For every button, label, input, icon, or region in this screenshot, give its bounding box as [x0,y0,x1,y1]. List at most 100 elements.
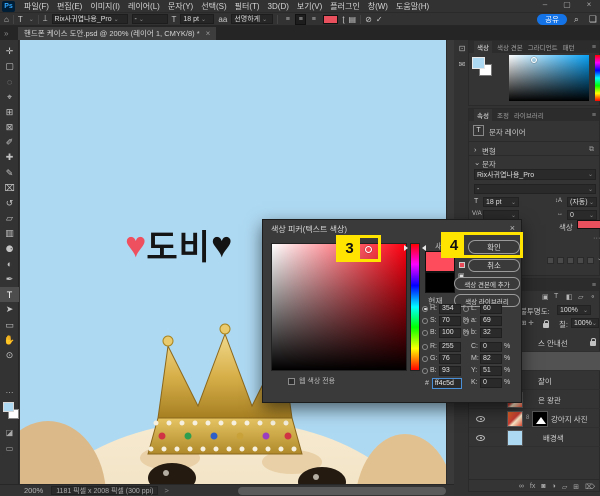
hsb-radio[interactable] [422,343,428,350]
pen-tool[interactable]: ✒ [0,272,19,287]
layer-filter-icon[interactable]: ▣ [542,293,549,301]
gamut-warning-swatch[interactable] [459,262,465,268]
menu-item-3D[interactable]: 3D(D) [264,2,293,11]
saturation-brightness-field[interactable] [271,243,407,371]
layer-effects-icon[interactable]: fx [530,483,535,490]
adjustment-layer-icon[interactable]: ◑ [552,483,556,490]
clone-stamp-tool[interactable]: ⌧ [0,181,19,196]
shape-tool[interactable]: ▭ [0,318,19,333]
menu-item-문자[interactable]: 문자(Y) [164,1,197,12]
hex-input[interactable]: ff4c5d [431,378,462,389]
font-style-select[interactable]: - ⌄ [131,14,168,24]
lock-icon[interactable] [543,320,549,328]
hsb-radio[interactable] [422,329,428,336]
panel-menu-icon[interactable]: ≡ [592,282,596,289]
lab-input[interactable]: 0 [480,341,502,352]
tab-props-0[interactable]: 속성 [474,109,492,121]
align-center-icon[interactable]: ≡ [295,13,307,25]
lab-input[interactable]: 60 [480,303,502,314]
tab-color-0[interactable]: 색상 [474,41,492,53]
menu-item-레이어[interactable]: 레이어(L) [124,1,164,12]
screen-mode-icon[interactable]: ▭ [0,444,19,453]
character-chevron-icon[interactable]: ⌄ [474,158,480,167]
toolbar-collapse-icon[interactable]: » [4,29,8,38]
menu-item-편집[interactable]: 편집(E) [53,1,86,12]
toggle-panels-icon[interactable]: ▤ [349,15,357,24]
layer-visibility-icon[interactable] [476,435,485,441]
lab-input[interactable]: 0 [480,377,502,388]
layer-filter-icon[interactable]: T [554,293,558,300]
align-right-icon[interactable]: ≡ [308,14,319,25]
share-button[interactable]: 공유 [537,13,567,25]
foreground-color-swatch[interactable] [472,57,485,69]
text-orientation-icon[interactable]: ⟘ [43,14,48,24]
layer-thumbnail[interactable] [507,410,523,427]
cancel-edit-icon[interactable]: ⊘ [365,15,372,24]
tab-close-icon[interactable]: × [206,29,211,38]
group-layers-icon[interactable]: ▱ [562,483,567,491]
menu-item-선택[interactable]: 선택(S) [197,1,230,12]
tracking-select[interactable]: 0 ⌄ [567,210,597,220]
lab-radio[interactable] [463,317,469,324]
gradient-tool[interactable]: ▥ [0,226,19,241]
hsb-radio[interactable] [422,367,428,374]
font-size-select[interactable]: 18 pt ⌄ [483,197,519,207]
menu-item-보기[interactable]: 보기(V) [293,1,326,12]
close-button[interactable]: × [584,0,594,9]
move-tool[interactable]: ✛ [0,44,19,59]
layer-mask-icon[interactable]: ◙ [541,483,545,490]
maximize-button[interactable]: ▢ [562,0,572,9]
tab-props-1[interactable]: 조정 [497,110,509,120]
zoom-level[interactable]: 200% [24,486,43,495]
text-color-swatch[interactable] [323,14,339,24]
object-selection-tool[interactable]: ⌖ [0,90,19,105]
lab-input[interactable]: 51 [480,365,502,376]
text-color-swatch[interactable] [577,220,600,229]
link-icon[interactable]: ⧉ [589,146,594,154]
menu-item-플러그인[interactable]: 플러그인 [326,1,363,12]
frame-tool[interactable]: ⊠ [0,120,19,135]
tab-color-1[interactable]: 색상 견본 [497,42,523,52]
eraser-tool[interactable]: ▱ [0,211,19,226]
cancel-button[interactable]: 취소 [468,259,520,272]
lab-input[interactable]: 69 [480,315,502,326]
hsb-radio[interactable] [422,317,428,324]
history-icon[interactable]: ⊡ [457,44,467,53]
paragraph-align-button[interactable] [577,257,584,264]
search-icon[interactable]: ⌕ [574,14,579,25]
lab-input[interactable]: 32 [480,327,502,338]
comments-icon[interactable]: ✉ [457,60,467,69]
warp-text-icon[interactable]: ʈ [342,15,344,24]
hue-slider[interactable] [595,55,600,101]
foreground-color-swatch[interactable] [3,402,14,412]
align-left-icon[interactable]: ≡ [282,14,293,25]
crop-tool[interactable]: ⊞ [0,105,19,120]
eyedropper-tool[interactable]: ✐ [0,135,19,150]
paragraph-align-button[interactable] [547,257,554,264]
layer-filter-icon[interactable]: ⚬ [590,293,596,301]
anti-alias-select[interactable]: 선명하게 ⌄ [231,14,274,24]
layer-filter-icon[interactable]: ▱ [578,293,583,301]
menu-item-파일[interactable]: 파일(F) [20,1,53,12]
panel-menu-icon[interactable]: ≡ [592,112,596,119]
blur-tool[interactable]: ⚈ [0,242,19,257]
zoom-tool[interactable]: ⊙ [0,348,19,363]
font-family-select[interactable]: Rix사귀엽나용_Pro ⌄ [51,14,128,24]
layer-mask-thumbnail[interactable] [532,410,548,427]
new-layer-icon[interactable]: ⊞ [573,483,579,491]
brush-tool[interactable]: ✎ [0,166,19,181]
layer-thumbnail[interactable] [507,429,523,446]
add-to-swatches-button[interactable]: 색상 견본에 추가 [454,277,520,290]
chevron-down-icon[interactable]: ⌄ [29,16,34,23]
hand-tool[interactable]: ✋ [0,333,19,348]
tab-color-2[interactable]: 그라디언트 [528,42,558,52]
hsb-input[interactable]: 255 [439,341,461,352]
hsb-input[interactable]: 354 [439,303,461,314]
quick-mask-icon[interactable]: ◪ [0,428,19,437]
dodge-tool[interactable]: ◐ [0,257,19,272]
layer-filter-icon[interactable]: ◧ [566,293,573,301]
hsb-radio[interactable] [422,305,428,312]
font-style-select[interactable]: - ⌄ [474,184,596,194]
path-selection-tool[interactable]: ➤ [0,302,19,317]
fill-select[interactable]: 100% ⌄ [571,318,599,328]
